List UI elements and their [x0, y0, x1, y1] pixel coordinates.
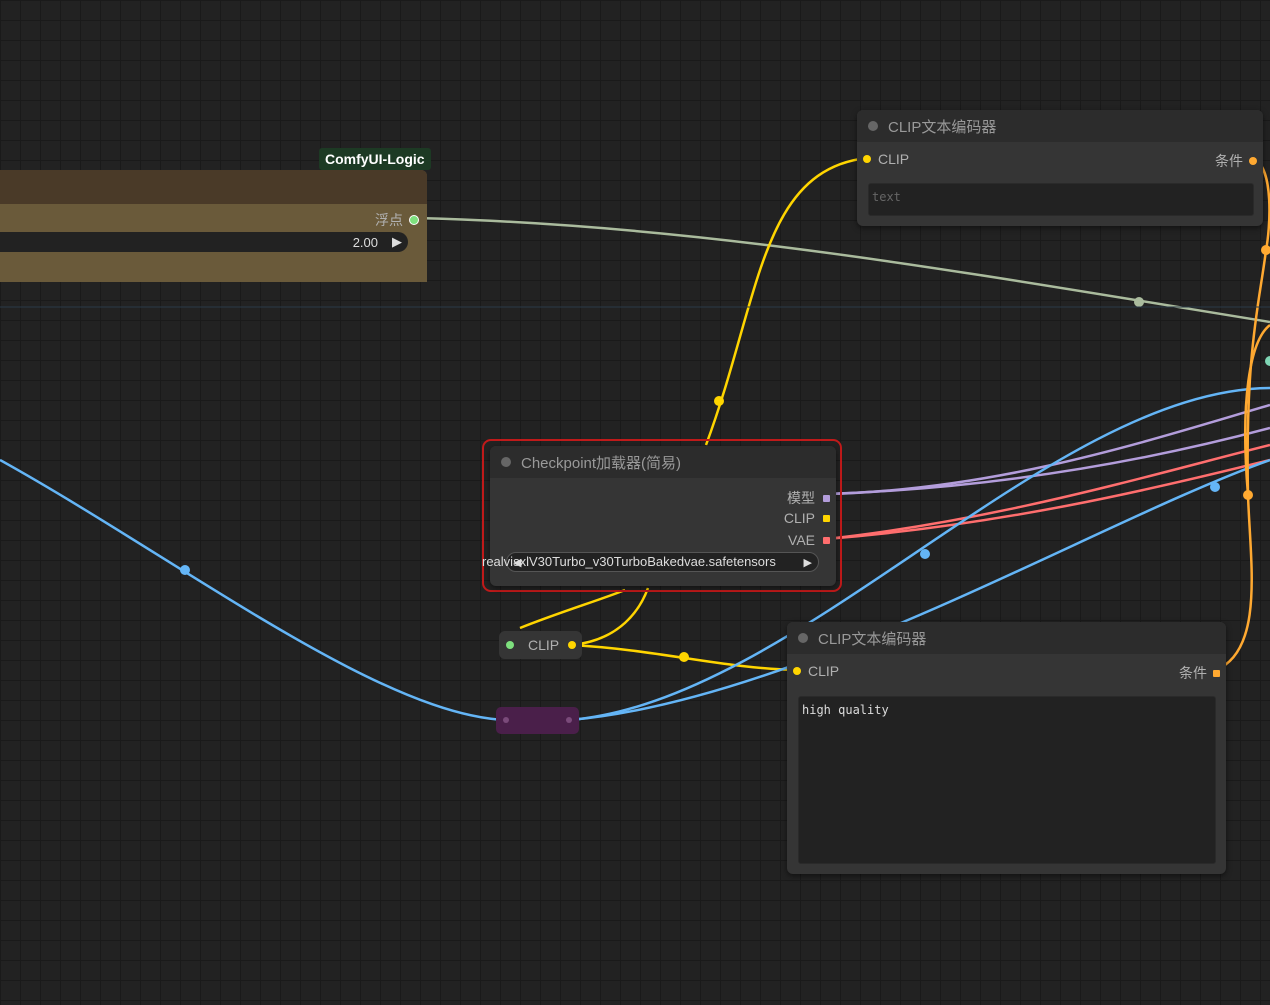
collapse-dot-icon[interactable]: [501, 457, 511, 467]
checkpoint-output-model[interactable]: 模型: [787, 488, 830, 508]
collapse-dot-icon[interactable]: [798, 633, 808, 643]
clip-pin-icon[interactable]: [823, 514, 830, 522]
reroute-label: CLIP: [528, 637, 560, 653]
latent-link-left-midpoint: [180, 565, 190, 575]
checkpoint-title-bar[interactable]: Checkpoint加载器(简易): [490, 446, 836, 478]
clip-text-bottom-title-bar[interactable]: CLIP文本编码器: [787, 622, 1226, 654]
cond-link-midpoint-a: [1261, 245, 1270, 255]
latent-link-right-a-midpoint: [920, 549, 930, 559]
collapsed-output-pin-icon[interactable]: [566, 717, 572, 723]
clip-link-bottom-midpoint: [679, 652, 689, 662]
conditioning-pin-icon[interactable]: [1213, 669, 1220, 677]
latent-link-right-b-midpoint: [1210, 482, 1220, 492]
float-pin-icon[interactable]: [409, 215, 419, 225]
logic-badge[interactable]: ComfyUI-Logic: [319, 148, 431, 170]
logic-output-float-label: 浮点: [375, 212, 403, 228]
model-pin-icon[interactable]: [823, 494, 830, 502]
checkpoint-loader-node[interactable]: Checkpoint加载器(简易) 模型 CLIP VAE ◀ ▶ realvi…: [482, 446, 836, 586]
checkpoint-output-model-label: 模型: [787, 490, 815, 506]
float-link: [415, 216, 1270, 324]
conditioning-pin-icon[interactable]: [1249, 157, 1257, 165]
clip-text-top-input-label: CLIP: [878, 151, 910, 167]
clip-text-top-title: CLIP文本编码器: [888, 118, 997, 136]
increment-arrow-icon[interactable]: ▶: [392, 234, 402, 250]
checkpoint-title: Checkpoint加载器(简易): [521, 454, 682, 472]
reroute-output-pin-icon[interactable]: [568, 641, 577, 649]
logic-value-widget[interactable]: 2.00 ▶: [0, 232, 408, 252]
clip-text-bottom-title: CLIP文本编码器: [818, 630, 927, 648]
float-link-midpoint: [1134, 297, 1144, 307]
clip-text-bottom-input-label: CLIP: [808, 663, 840, 679]
clip-text-top-title-bar[interactable]: CLIP文本编码器: [857, 110, 1263, 142]
clip-reroute-node[interactable]: CLIP: [499, 631, 582, 659]
clip-text-top-input[interactable]: CLIP: [863, 151, 909, 167]
clip-input-pin-icon[interactable]: [793, 667, 801, 675]
clip-text-bottom-textarea[interactable]: high quality: [798, 696, 1216, 864]
vae-pin-icon[interactable]: [823, 536, 830, 544]
vae-link-a: [825, 443, 1270, 541]
clip-text-top-textarea[interactable]: text: [868, 183, 1254, 216]
clip-text-bottom-input[interactable]: CLIP: [793, 663, 839, 679]
clip-text-top-output-label: 条件: [1215, 153, 1243, 169]
logic-badge-label: ComfyUI-Logic: [325, 151, 425, 167]
checkpoint-output-clip-label: CLIP: [783, 510, 815, 526]
checkpoint-output-clip[interactable]: CLIP: [784, 510, 830, 526]
logic-value: 2.00: [352, 234, 378, 250]
clip-link-top-midpoint: [714, 396, 724, 406]
checkpoint-output-vae[interactable]: VAE: [788, 532, 830, 548]
collapse-dot-icon[interactable]: [868, 121, 878, 131]
float-link-right-end: [1265, 356, 1270, 366]
clip-text-top-output[interactable]: 条件: [1215, 151, 1257, 171]
cond-link-bottom: [1215, 324, 1270, 672]
logic-node-title[interactable]: [0, 170, 427, 204]
clip-link-reroute-a: [519, 588, 626, 630]
combo-right-arrow-icon[interactable]: ▶: [804, 556, 812, 569]
clip-text-bottom-output-label: 条件: [1179, 665, 1207, 681]
logic-node[interactable]: 浮点 2.00 ▶: [0, 170, 427, 282]
clip-text-node-bottom[interactable]: CLIP文本编码器 CLIP 条件 high quality: [787, 622, 1226, 874]
cond-link-midpoint-b: [1243, 490, 1253, 500]
clip-text-bottom-output[interactable]: 条件: [1179, 663, 1220, 683]
logic-output-float[interactable]: 浮点: [375, 210, 419, 230]
clip-input-pin-icon[interactable]: [863, 155, 871, 163]
checkpoint-output-vae-label: VAE: [788, 532, 815, 548]
ckpt-name-value: realvisxlV30Turbo_v30TurboBakedvae.safet…: [482, 554, 776, 569]
model-link-a: [825, 403, 1270, 496]
clip-text-top-placeholder: text: [872, 190, 901, 204]
collapsed-reroute-node[interactable]: [496, 707, 579, 734]
clip-link-top: [704, 156, 868, 446]
collapsed-input-pin-icon[interactable]: [503, 717, 509, 723]
clip-text-node-top[interactable]: CLIP文本编码器 CLIP 条件 text: [857, 110, 1263, 226]
clip-text-bottom-value: high quality: [802, 703, 889, 717]
latent-link-left: [0, 458, 507, 722]
reroute-input-pin-icon[interactable]: [506, 641, 514, 649]
